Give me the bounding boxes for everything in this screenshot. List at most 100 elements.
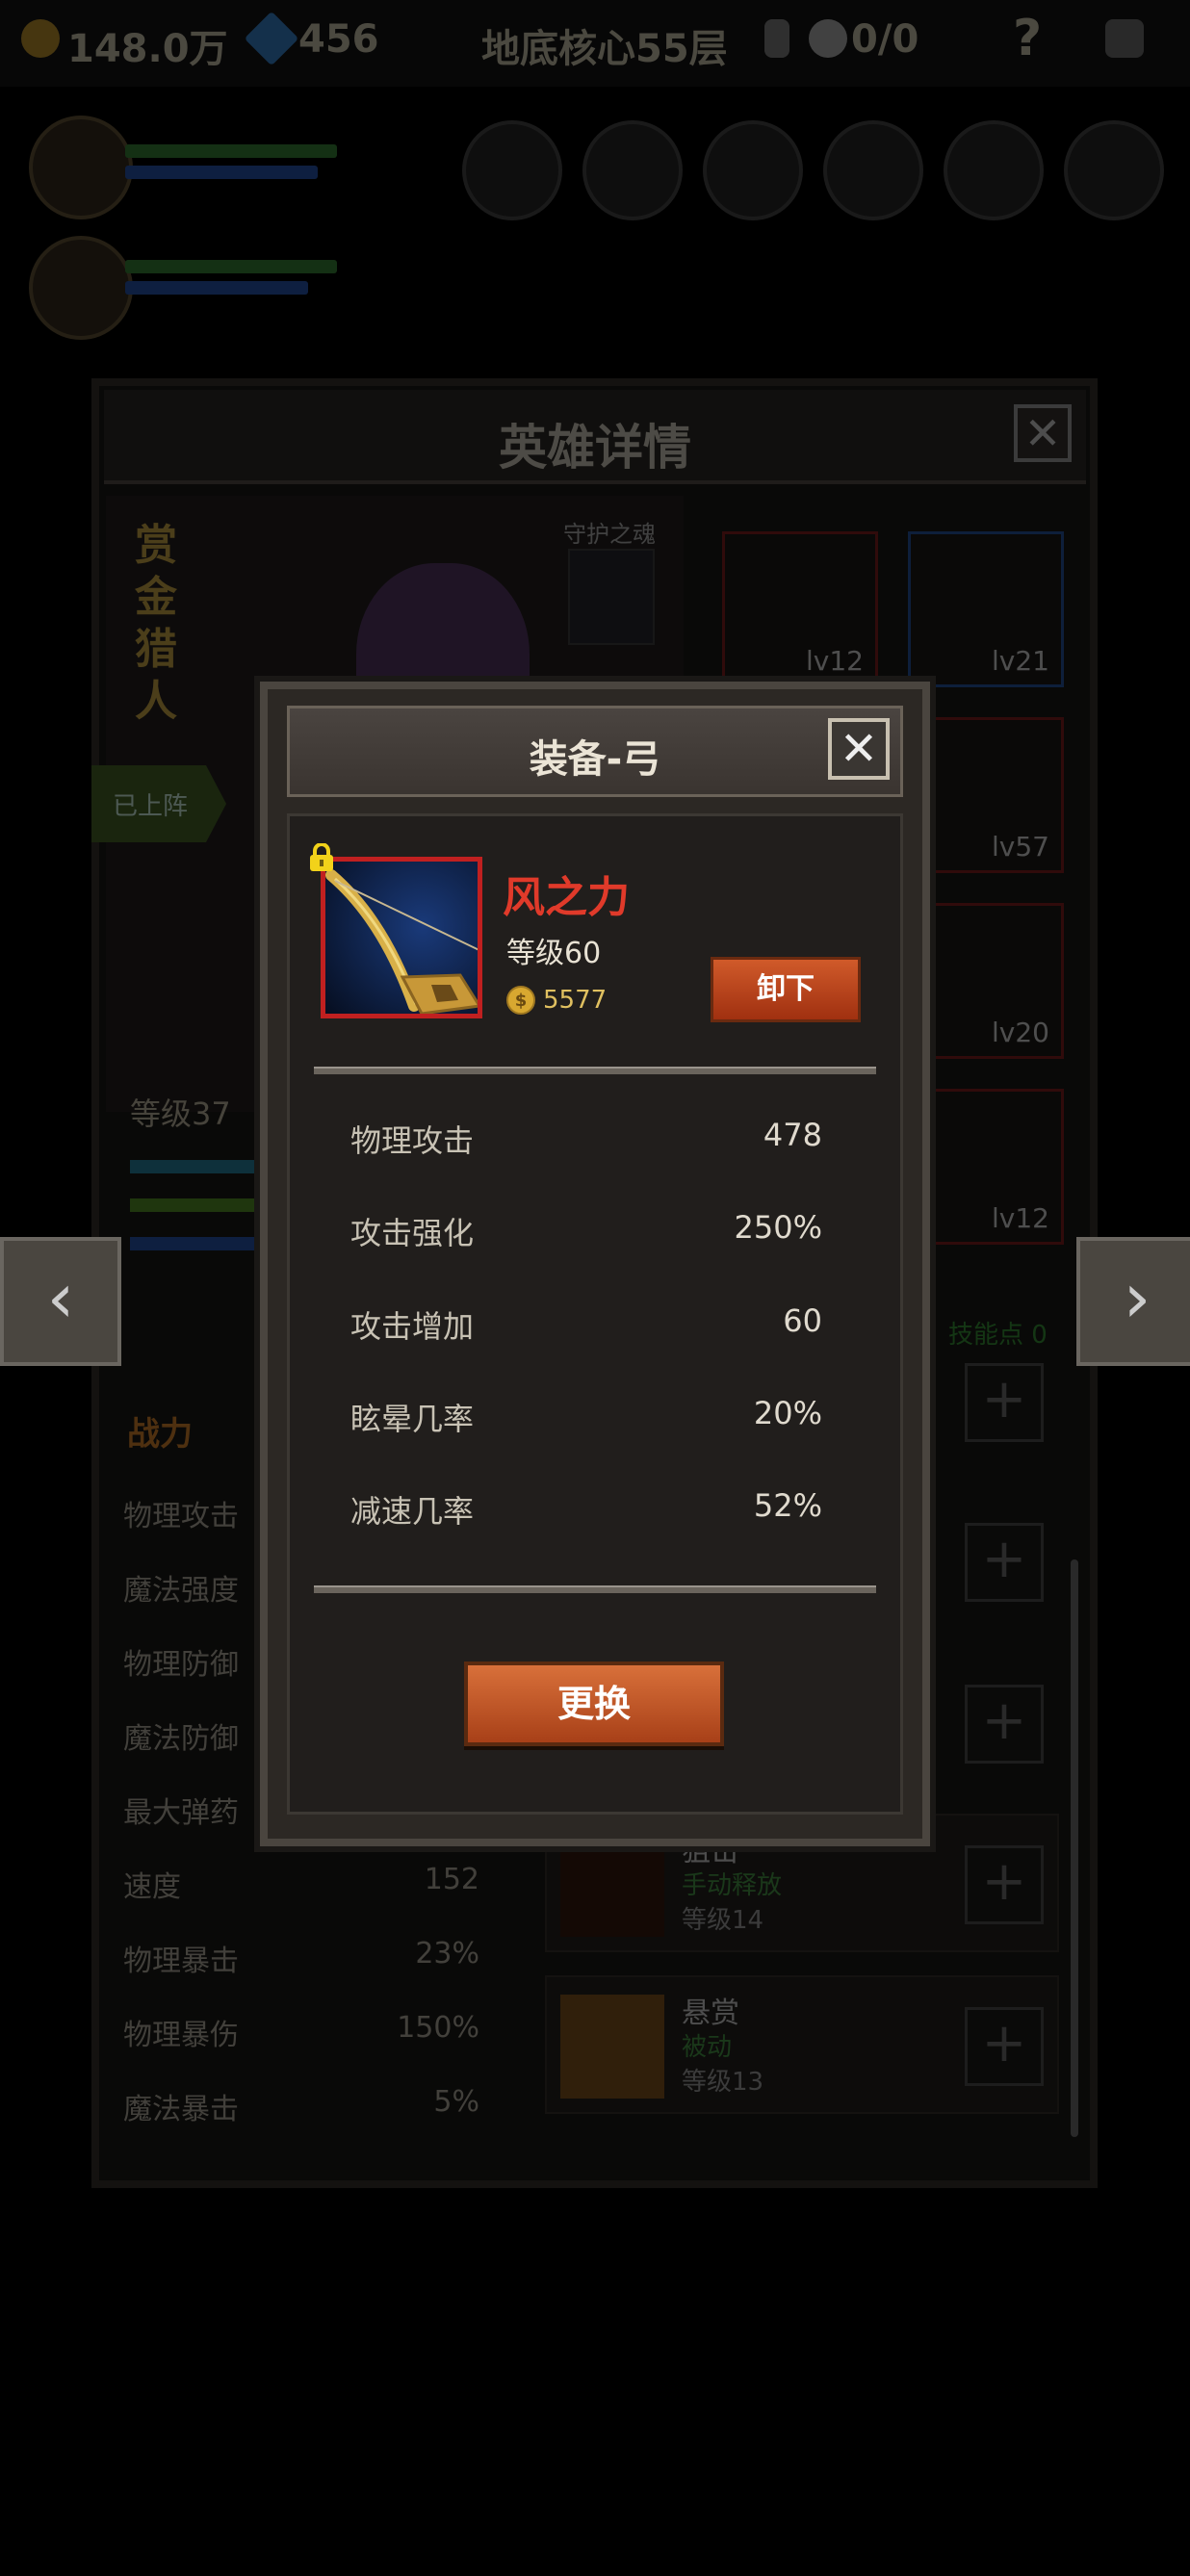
guardian-soul-icon[interactable] <box>568 549 655 645</box>
hero-detail-close-button[interactable]: ✕ <box>1014 404 1072 462</box>
bow-item-icon[interactable] <box>321 857 482 1018</box>
equipment-level: lv20 <box>992 1017 1049 1048</box>
equipment-level: lv12 <box>806 645 864 677</box>
equipment-slot-amulet[interactable]: lv21 <box>908 531 1064 687</box>
divider <box>314 1067 876 1074</box>
hero-portrait-1[interactable] <box>29 116 133 219</box>
item-stat-row: 攻击强化 250% <box>350 1209 822 1253</box>
stat-label: 最大弹药 <box>123 1796 239 1830</box>
gold-coin-icon <box>21 19 60 58</box>
skill-upgrade-button[interactable]: + <box>965 1845 1044 1924</box>
hero-name: 赏金猎人 <box>135 521 177 726</box>
gem-icon <box>244 11 299 66</box>
replace-button[interactable]: 更换 <box>464 1662 724 1746</box>
stat-value: 5% <box>433 2085 479 2119</box>
beer-mug-icon <box>560 1995 664 2099</box>
equipment-slot-ring[interactable]: lv20 <box>908 903 1064 1059</box>
hero-hp-bar <box>125 144 337 158</box>
skull-icon <box>809 19 847 58</box>
skill-slot[interactable] <box>944 120 1044 220</box>
skill-slot[interactable] <box>823 120 923 220</box>
stat-label: 物理暴击 <box>123 1945 239 1978</box>
item-stat-label: 攻击强化 <box>350 1215 475 1251</box>
stat-label: 物理防御 <box>123 1648 239 1682</box>
hero-hp-bar <box>125 260 337 273</box>
key-icon <box>764 19 789 58</box>
item-name: 风之力 <box>503 873 630 922</box>
crosshair-icon <box>560 1833 664 1937</box>
item-stat-row: 攻击增加 60 <box>350 1302 822 1347</box>
item-stat-row: 眩晕几率 20% <box>350 1395 822 1439</box>
skill-name: 悬赏 <box>682 1996 739 2030</box>
previous-hero-button[interactable]: ‹ <box>0 1237 121 1366</box>
skill-slot[interactable] <box>1064 120 1164 220</box>
stat-label: 魔法暴击 <box>123 2093 239 2126</box>
dungeon-location: 地底核心55层 <box>481 27 728 71</box>
skill-upgrade-button[interactable]: + <box>965 2007 1044 2086</box>
hero-mp-bar <box>125 281 308 295</box>
stat-label: 速度 <box>123 1870 181 1904</box>
hero-level-label: 等级37 <box>130 1095 231 1132</box>
stat-value: 150% <box>397 2011 479 2045</box>
mp-bar <box>130 1237 265 1250</box>
skill-points: 技能点 0 <box>948 1321 1048 1350</box>
top-resource-bar: 148.0万 456 地底核心55层 0/0 ? <box>0 0 1190 87</box>
stat-label: 魔法防御 <box>123 1722 239 1756</box>
stat-row: 速度 152 <box>123 1863 479 1905</box>
settings-icon[interactable] <box>1105 19 1144 58</box>
coin-icon: $ <box>506 986 535 1015</box>
skill-list-scrollbar[interactable] <box>1071 1559 1078 2137</box>
item-price: 5577 <box>543 986 608 1015</box>
skill-level: 等级13 <box>682 2068 764 2097</box>
stat-label: 魔法强度 <box>123 1574 239 1608</box>
combat-power-tab[interactable]: 战力 <box>127 1407 193 1455</box>
stat-row: 物理暴伤 150% <box>123 2011 479 2053</box>
stat-value: 23% <box>415 1937 479 1971</box>
equipment-slot-helmet[interactable]: lv12 <box>722 531 878 687</box>
divider <box>314 1585 876 1593</box>
stat-label: 物理攻击 <box>123 1500 239 1533</box>
equipment-modal-title: 装备-弓 <box>529 737 661 782</box>
stat-row: 物理暴击 23% <box>123 1937 479 1979</box>
item-stat-row: 减速几率 52% <box>350 1487 822 1532</box>
key-count: 0/0 <box>851 17 919 62</box>
skill-upgrade-button[interactable]: + <box>965 1523 1044 1602</box>
hero-detail-title: 英雄详情 <box>499 420 691 476</box>
item-stat-value: 20% <box>753 1395 822 1431</box>
equipment-level: lv21 <box>992 645 1049 677</box>
equipment-slot-armor[interactable]: lv57 <box>908 717 1064 873</box>
help-button[interactable]: ? <box>1013 10 1042 67</box>
bow-icon <box>325 862 478 1014</box>
skill-slot[interactable] <box>703 120 803 220</box>
unequip-button[interactable]: 卸下 <box>711 957 861 1022</box>
item-stat-label: 物理攻击 <box>350 1122 475 1159</box>
equipment-modal-close-button[interactable]: ✕ <box>828 718 890 780</box>
stat-row: 魔法暴击 5% <box>123 2085 479 2127</box>
next-hero-button[interactable]: › <box>1076 1237 1190 1366</box>
item-stat-label: 攻击增加 <box>350 1308 475 1345</box>
item-stat-row: 物理攻击 478 <box>350 1117 822 1161</box>
skill-level: 等级14 <box>682 1906 764 1935</box>
hp-bar <box>130 1198 265 1212</box>
item-stat-label: 减速几率 <box>350 1493 475 1530</box>
hero-portrait-2[interactable] <box>29 236 133 340</box>
guardian-soul-label: 守护之魂 <box>563 521 656 548</box>
skill-slot[interactable] <box>462 120 562 220</box>
gold-amount: 148.0万 <box>67 27 228 71</box>
item-stat-value: 52% <box>753 1487 822 1524</box>
stat-label: 物理暴伤 <box>123 2019 239 2052</box>
equipment-slot-shield[interactable]: lv12 <box>908 1089 1064 1245</box>
skill-upgrade-button[interactable]: + <box>965 1363 1044 1442</box>
hero-mp-bar <box>125 166 318 179</box>
skill-slot[interactable] <box>582 120 683 220</box>
skill-upgrade-button[interactable]: + <box>965 1685 1044 1764</box>
equipment-level: lv12 <box>992 1202 1049 1234</box>
lock-icon <box>310 843 333 871</box>
gem-amount: 456 <box>298 17 379 62</box>
item-stat-label: 眩晕几率 <box>350 1401 475 1437</box>
skill-type: 被动 <box>682 2033 733 2062</box>
item-stat-value: 60 <box>783 1302 822 1339</box>
item-stat-value: 478 <box>763 1117 822 1153</box>
item-level: 等级60 <box>506 937 602 970</box>
stat-value: 152 <box>424 1863 479 1896</box>
